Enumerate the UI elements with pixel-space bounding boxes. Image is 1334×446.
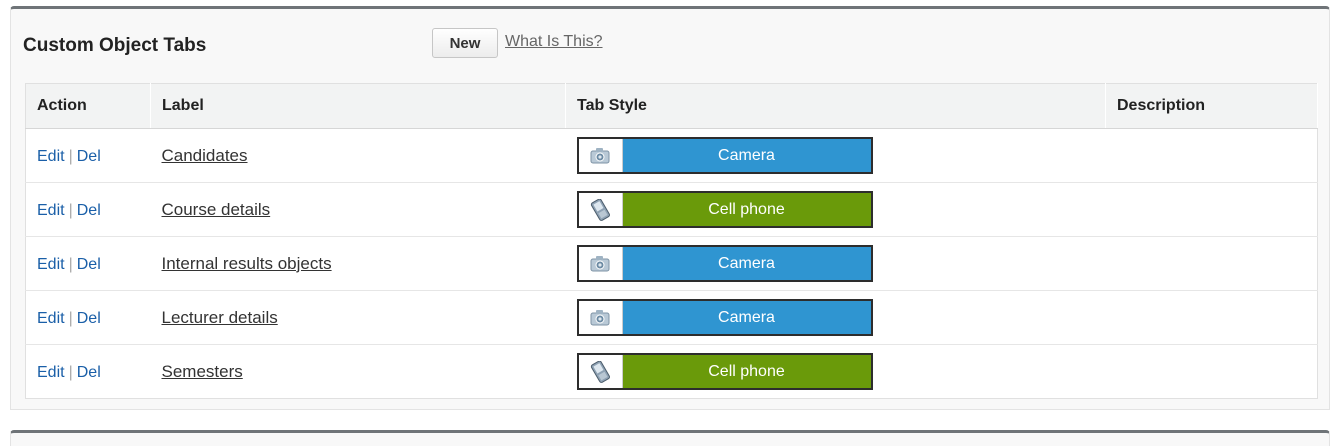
custom-object-tabs-panel: Custom Object Tabs New What Is This? Act…: [10, 6, 1330, 410]
tab-style-swatch: Camera: [576, 245, 873, 282]
action-separator: |: [68, 147, 73, 165]
panel-title: Custom Object Tabs: [23, 35, 207, 56]
row-tab-style-cell: Cell phone: [565, 182, 1106, 237]
camera-icon: [578, 301, 623, 334]
tab-style-swatch: Cell phone: [576, 191, 873, 228]
camera-icon: [578, 247, 623, 280]
action-separator: |: [68, 363, 73, 381]
table-row: Edit | Del Candidates Camera: [25, 128, 1318, 183]
edit-link[interactable]: Edit: [37, 202, 65, 219]
tab-style-name: Camera: [622, 301, 871, 334]
tab-style-swatch: Camera: [576, 137, 873, 174]
row-tab-style-cell: Camera: [565, 290, 1106, 345]
delete-link[interactable]: Del: [77, 202, 101, 219]
page: Custom Object Tabs New What Is This? Act…: [0, 0, 1334, 446]
row-actions: Edit | Del: [25, 182, 151, 237]
column-header-action: Action: [25, 83, 151, 129]
row-actions: Edit | Del: [25, 290, 151, 345]
row-label-cell: Course details: [150, 182, 566, 237]
delete-link[interactable]: Del: [77, 364, 101, 381]
delete-link[interactable]: Del: [77, 148, 101, 165]
what-is-this-link[interactable]: What Is This?: [505, 33, 603, 51]
row-actions: Edit | Del: [25, 236, 151, 291]
row-tab-style-cell: Camera: [565, 236, 1106, 291]
row-label-cell: Semesters: [151, 345, 566, 399]
table-row: Edit | Del Course details Cell phone: [25, 182, 1318, 237]
column-header-label: Label: [150, 83, 566, 129]
custom-object-tabs-table: Action Label Tab Style Description Edit |…: [25, 83, 1318, 399]
tab-style-name: Camera: [622, 247, 871, 280]
row-actions: Edit | Del: [25, 128, 151, 183]
row-description: [1105, 182, 1318, 237]
tab-style-name: Cell phone: [622, 355, 871, 388]
edit-link[interactable]: Edit: [37, 364, 65, 381]
row-label-cell: Candidates: [150, 128, 566, 183]
edit-link[interactable]: Edit: [37, 256, 65, 273]
new-button[interactable]: New: [432, 28, 498, 58]
row-description: [1105, 290, 1318, 345]
table-header-row: Action Label Tab Style Description: [25, 83, 1318, 129]
table-row: Edit | Del Semesters Cell phone: [26, 345, 1318, 399]
tab-style-name: Camera: [622, 139, 871, 172]
next-panel-top-edge: [10, 430, 1330, 446]
row-description: [1105, 128, 1318, 183]
row-actions: Edit | Del: [26, 345, 151, 399]
tab-style-swatch: Cell phone: [576, 353, 873, 390]
tab-style-name: Cell phone: [622, 193, 871, 226]
delete-link[interactable]: Del: [77, 310, 101, 327]
edit-link[interactable]: Edit: [37, 148, 65, 165]
column-header-tab-style: Tab Style: [565, 83, 1106, 129]
tab-style-swatch: Camera: [576, 299, 873, 336]
row-description: [1106, 345, 1318, 399]
tab-label-link[interactable]: Internal results objects: [162, 254, 332, 273]
row-tab-style-cell: Camera: [565, 128, 1106, 183]
delete-link[interactable]: Del: [77, 256, 101, 273]
tab-label-link[interactable]: Lecturer details: [162, 308, 278, 327]
panel-header: Custom Object Tabs New What Is This?: [11, 9, 1329, 77]
action-separator: |: [68, 255, 73, 273]
action-separator: |: [68, 309, 73, 327]
cell-phone-icon: [578, 355, 623, 388]
table-row: Edit | Del Lecturer details Camera: [25, 290, 1318, 345]
row-label-cell: Internal results objects: [150, 236, 566, 291]
tab-label-link[interactable]: Semesters: [162, 362, 243, 381]
camera-icon: [578, 139, 623, 172]
row-tab-style-cell: Cell phone: [566, 345, 1106, 399]
column-header-description: Description: [1105, 83, 1318, 129]
edit-link[interactable]: Edit: [37, 310, 65, 327]
cell-phone-icon: [578, 193, 623, 226]
tab-label-link[interactable]: Candidates: [162, 146, 248, 165]
table-row: Edit | Del Internal results objects Camera: [25, 236, 1318, 291]
row-description: [1105, 236, 1318, 291]
action-separator: |: [68, 201, 73, 219]
row-label-cell: Lecturer details: [150, 290, 566, 345]
tab-label-link[interactable]: Course details: [162, 200, 271, 219]
